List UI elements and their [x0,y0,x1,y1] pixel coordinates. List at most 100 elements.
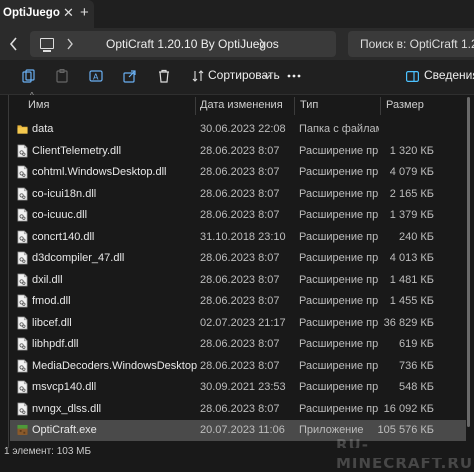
chevron-right-icon[interactable] [66,38,74,50]
folder-icon [17,125,28,134]
address-path[interactable]: OptiCraft 1.20.10 By OptiJuegos [106,37,279,51]
paste-icon[interactable] [55,69,69,83]
file-type: Расширение при... [299,252,379,264]
column-size[interactable]: Размер [386,99,424,111]
file-size: 16 092 КБ [383,402,434,415]
file-row[interactable]: d3dcompiler_47.dll 28.06.2023 8:07 Расшире… [10,248,466,269]
status-text: 1 элемент: 103 МБ [4,446,92,457]
column-separator[interactable] [294,97,295,115]
column-separator[interactable] [195,97,196,115]
column-date[interactable]: Дата изменения [200,99,283,111]
file-type: Расширение при... [299,230,379,243]
scrollbar[interactable] [466,95,471,458]
file-date: 30.06.2023 22:08 [200,123,286,135]
file-type: Расширение при... [299,295,379,307]
file-name: libcef.dll [32,316,72,329]
dll-file-icon [17,402,28,415]
copy-icon[interactable] [22,69,36,83]
chevron-left-icon[interactable] [8,36,18,52]
close-icon[interactable]: ✕ [63,5,74,21]
sort-icon [192,70,204,82]
tab-title: OptiJuego [3,7,60,19]
file-size: 1 481 КБ [389,273,434,286]
dll-file-icon [17,273,28,286]
file-date: 28.06.2023 8:07 [200,295,280,307]
more-options-icon[interactable] [287,74,301,78]
file-date: 02.07.2023 21:17 [200,316,286,329]
file-row[interactable]: data 30.06.2023 22:08 Папка с файлами [10,119,466,140]
file-list: ^ Имя Дата изменения Тип Размер data 30.0… [0,91,474,458]
file-size: 1 320 КБ [389,144,434,157]
details-pane-icon[interactable] [406,71,419,82]
column-type[interactable]: Тип [300,99,318,111]
file-row[interactable]: co-icui18n.dll 28.06.2023 8:07 Расширение … [10,184,466,205]
file-row[interactable]: libcef.dll 02.07.2023 21:17 Расширение при… [10,313,466,334]
address-bar[interactable]: OptiCraft 1.20.10 By OptiJuegos [30,31,336,57]
file-date: 28.06.2023 8:07 [200,359,280,372]
file-size: 619 КБ [398,338,434,350]
file-type: Папка с файлами [299,123,379,135]
file-date: 28.06.2023 8:07 [200,187,280,200]
scrollbar-thumb[interactable] [467,97,470,427]
delete-icon[interactable] [157,69,171,83]
chevron-down-icon[interactable] [263,74,271,80]
details-button[interactable]: Сведения [424,68,474,82]
file-row[interactable]: fmod.dll 28.06.2023 8:07 Расширение при...… [10,291,466,312]
file-row[interactable]: MediaDecoders.WindowsDesktop.dll 28.06.20… [10,356,466,377]
file-date: 28.06.2023 8:07 [200,402,280,415]
exe-icon [17,424,28,436]
dll-file-icon [17,230,28,243]
file-name: libhpdf.dll [32,338,79,350]
share-icon[interactable] [123,69,137,83]
file-size: 4 013 КБ [389,252,434,264]
tab-strip: OptiJuego ✕ + [0,0,474,28]
pane-divider [8,95,9,458]
file-name: nvngx_dlss.dll [32,402,102,415]
dll-file-icon [17,380,28,394]
file-size: 736 КБ [398,359,434,372]
file-name: msvcp140.dll [32,381,97,393]
file-type: Расширение при... [299,402,379,415]
monitor-icon [40,38,54,52]
column-header: ^ Имя Дата изменения Тип Размер [0,91,474,117]
file-name: dxil.dll [32,273,63,286]
file-row[interactable]: cohtml.WindowsDesktop.dll 28.06.2023 8:07… [10,162,466,183]
file-size: 105 576 КБ [377,424,434,436]
chevron-right-icon[interactable] [258,38,266,50]
dll-file-icon [17,294,28,308]
file-row[interactable]: concrt140.dll 31.10.2018 23:10 Расширение … [10,227,466,248]
file-name: co-icui18n.dll [32,187,97,200]
file-type: Расширение при... [299,381,379,393]
file-type: Приложение [299,424,364,436]
file-date: 28.06.2023 8:07 [200,166,280,178]
file-date: 28.06.2023 8:07 [200,338,280,350]
dll-file-icon [17,144,28,157]
file-name: concrt140.dll [32,230,95,243]
new-tab-button[interactable]: + [80,4,89,21]
file-type: Расширение при... [299,273,379,286]
file-size: 1 455 КБ [389,295,434,307]
dll-file-icon [17,208,28,222]
status-bar: 1 элемент: 103 МБ [0,446,474,458]
file-row[interactable]: ClientTelemetry.dll 28.06.2023 8:07 Расшир… [10,141,466,162]
search-input[interactable]: Поиск в: OptiCraft 1.20.10 [348,31,474,57]
dll-file-icon [17,359,28,372]
column-separator[interactable] [380,97,381,115]
file-date: 28.06.2023 8:07 [200,252,280,264]
svg-text:A: A [93,73,99,82]
file-type: Расширение при... [299,166,379,178]
file-name: cohtml.WindowsDesktop.dll [32,166,167,178]
file-date: 20.07.2023 11:06 [200,424,285,436]
dll-file-icon [17,165,28,179]
file-row[interactable]: msvcp140.dll 30.09.2021 23:53 Расширение п… [10,377,466,398]
column-name[interactable]: Имя [28,99,49,111]
rename-icon[interactable]: A [89,69,103,83]
file-row[interactable]: co-icuuc.dll 28.06.2023 8:07 Расширение пр… [10,205,466,226]
file-row[interactable]: nvngx_dlss.dll 28.06.2023 8:07 Расширение … [10,399,466,420]
file-row[interactable]: dxil.dll 28.06.2023 8:07 Расширение при...… [10,270,466,291]
file-row[interactable]: libhpdf.dll 28.06.2023 8:07 Расширение при… [10,334,466,355]
command-bar: A Сортировать Сведения [0,60,474,95]
dll-file-icon [17,251,28,265]
file-name: ClientTelemetry.dll [32,144,122,157]
file-type: Расширение при... [299,187,379,200]
